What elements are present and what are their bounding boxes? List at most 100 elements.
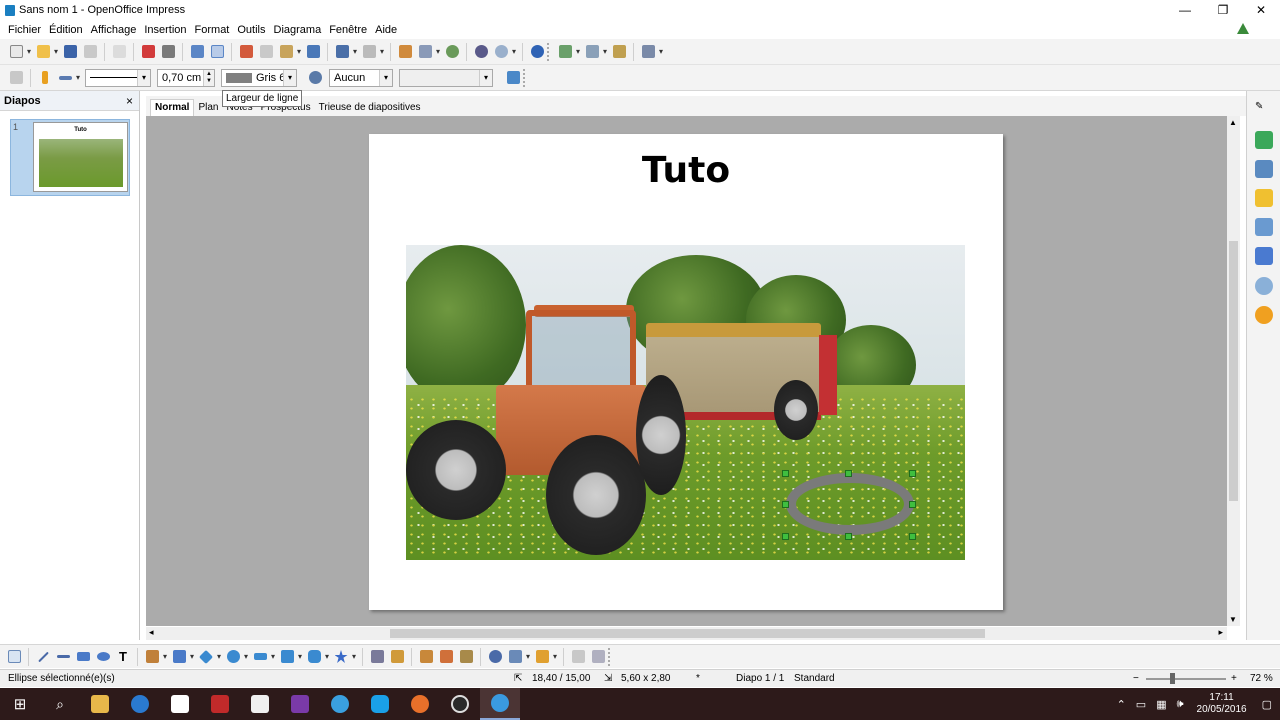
callouts-icon[interactable] xyxy=(305,648,329,666)
arrow-style-icon[interactable] xyxy=(56,69,80,87)
menu-fichier[interactable]: Fichier xyxy=(4,24,45,36)
slide-canvas[interactable]: Tuto xyxy=(369,134,1003,610)
slide-title[interactable]: Tuto xyxy=(369,150,1003,191)
stars-icon[interactable] xyxy=(332,648,356,666)
slide-transition-icon[interactable] xyxy=(1255,218,1273,236)
selection-handle[interactable] xyxy=(782,470,789,477)
open-icon[interactable] xyxy=(34,43,58,61)
table-icon[interactable] xyxy=(416,43,440,61)
tab-slide-sorter[interactable]: Trieuse de diapositives xyxy=(315,100,425,116)
export-pdf-icon[interactable] xyxy=(139,43,157,61)
draw-rectangle-icon[interactable] xyxy=(74,648,92,666)
slide-thumbnail-selected[interactable]: 1 Tuto xyxy=(10,119,130,196)
clock[interactable]: 17:11 20/05/2016 xyxy=(1197,692,1247,716)
area-style-select[interactable]: Aucun ▾ xyxy=(329,68,393,87)
menu-affichage[interactable]: Affichage xyxy=(87,24,141,36)
draw-line-icon[interactable] xyxy=(34,648,52,666)
paste-icon[interactable] xyxy=(277,43,301,61)
vertical-scrollbar[interactable]: ▲ ▼ xyxy=(1227,116,1240,626)
menu-insertion[interactable]: Insertion xyxy=(140,24,190,36)
zoom-icon[interactable] xyxy=(492,43,516,61)
tractor-photo[interactable] xyxy=(406,245,965,560)
line-icon[interactable] xyxy=(36,69,54,87)
new-document-icon[interactable] xyxy=(7,43,31,61)
obs-icon[interactable] xyxy=(440,688,480,720)
area-fill-select[interactable]: ▾ xyxy=(399,68,493,87)
file-explorer-icon[interactable] xyxy=(80,688,120,720)
notifications-icon[interactable]: ▢ xyxy=(1262,698,1272,711)
selected-ellipse[interactable] xyxy=(786,473,914,535)
start-windows-icon[interactable]: ⊞ xyxy=(0,688,40,720)
zoom-in-button[interactable]: + xyxy=(1231,673,1237,684)
zoom-slider-knob[interactable] xyxy=(1170,673,1175,684)
edit-file-icon[interactable] xyxy=(110,43,128,61)
spellcheck-icon[interactable] xyxy=(188,43,206,61)
from-file-icon[interactable] xyxy=(417,648,435,666)
autospellcheck-icon[interactable] xyxy=(208,43,226,61)
copy-icon[interactable] xyxy=(257,43,275,61)
horizontal-scrollbar[interactable]: ◂ ▸ xyxy=(146,627,1227,640)
zoom-level[interactable]: 72 % xyxy=(1250,673,1273,684)
format-paintbrush-icon[interactable] xyxy=(304,43,322,61)
points-icon[interactable] xyxy=(368,648,386,666)
photos-icon[interactable] xyxy=(240,688,280,720)
scroll-down-icon[interactable]: ▼ xyxy=(1229,615,1237,624)
vertical-scroll-thumb[interactable] xyxy=(1229,241,1238,501)
styles-formatting-icon[interactable] xyxy=(1255,247,1273,265)
shadow-toggle-icon[interactable] xyxy=(569,648,587,666)
spinner-icon[interactable]: ▲ ▼ xyxy=(203,69,214,86)
basic-shapes-icon[interactable] xyxy=(197,648,221,666)
slide-layout-icon[interactable] xyxy=(556,43,580,61)
slide-thumbnail[interactable]: Tuto xyxy=(33,122,128,192)
menu-fenetre[interactable]: Fenêtre xyxy=(325,24,371,36)
flowchart-icon[interactable] xyxy=(278,648,302,666)
maximize-button[interactable]: ❐ xyxy=(1204,0,1242,20)
area-fill-icon[interactable] xyxy=(306,69,324,87)
styles-icon[interactable] xyxy=(7,69,25,87)
line-style-select[interactable]: ▾ xyxy=(85,68,151,87)
master-pages-icon[interactable] xyxy=(1255,160,1273,178)
search-icon[interactable]: ⌕ xyxy=(40,688,80,720)
selection-handle[interactable] xyxy=(845,533,852,540)
rotate-icon[interactable] xyxy=(486,648,504,666)
connector-icon[interactable] xyxy=(170,648,194,666)
menu-format[interactable]: Format xyxy=(191,24,234,36)
cut-icon[interactable] xyxy=(237,43,255,61)
help-icon[interactable] xyxy=(528,43,546,61)
curve-icon[interactable] xyxy=(143,648,167,666)
menu-diagrama[interactable]: Diagrama xyxy=(270,24,326,36)
navigator-icon[interactable] xyxy=(1255,306,1273,324)
arrange-icon[interactable] xyxy=(533,648,557,666)
horizontal-scroll-thumb[interactable] xyxy=(390,629,985,638)
network-icon[interactable]: ▦ xyxy=(1156,698,1166,711)
battery-icon[interactable]: ▭ xyxy=(1136,698,1146,711)
properties-icon[interactable] xyxy=(1255,131,1273,149)
new-slide-icon[interactable] xyxy=(610,43,628,61)
skype-icon[interactable] xyxy=(360,688,400,720)
layout-status[interactable]: Standard xyxy=(794,673,835,684)
openoffice-impress-taskbar-icon[interactable] xyxy=(480,688,520,720)
network-app-icon[interactable] xyxy=(320,688,360,720)
symbol-shapes-icon[interactable] xyxy=(224,648,248,666)
text-tool-icon[interactable]: T xyxy=(114,648,132,666)
scroll-left-icon[interactable]: ◂ xyxy=(149,627,154,638)
update-icon[interactable] xyxy=(1236,22,1250,36)
position-status[interactable]: 18,40 / 15,00 xyxy=(532,673,590,684)
modified-status[interactable]: * xyxy=(696,673,700,684)
edge-browser-icon[interactable] xyxy=(120,688,160,720)
sidebar-menu-icon[interactable]: ✎ xyxy=(1255,101,1273,119)
selection-handle[interactable] xyxy=(909,470,916,477)
tray-chevron-icon[interactable]: ⌃ xyxy=(1117,698,1126,711)
zoom-slider[interactable] xyxy=(1146,678,1226,680)
close-button[interactable]: ✕ xyxy=(1242,0,1280,20)
undo-icon[interactable] xyxy=(333,43,357,61)
scroll-right-icon[interactable]: ▸ xyxy=(1218,627,1223,638)
zoom-out-button[interactable]: − xyxy=(1133,673,1139,684)
gallery-icon[interactable] xyxy=(1255,277,1273,295)
selection-handle[interactable] xyxy=(782,533,789,540)
slide-design-icon[interactable] xyxy=(583,43,607,61)
selection-handle[interactable] xyxy=(909,533,916,540)
redo-icon[interactable] xyxy=(360,43,384,61)
menu-aide[interactable]: Aide xyxy=(371,24,401,36)
draw-arrow-icon[interactable] xyxy=(54,648,72,666)
